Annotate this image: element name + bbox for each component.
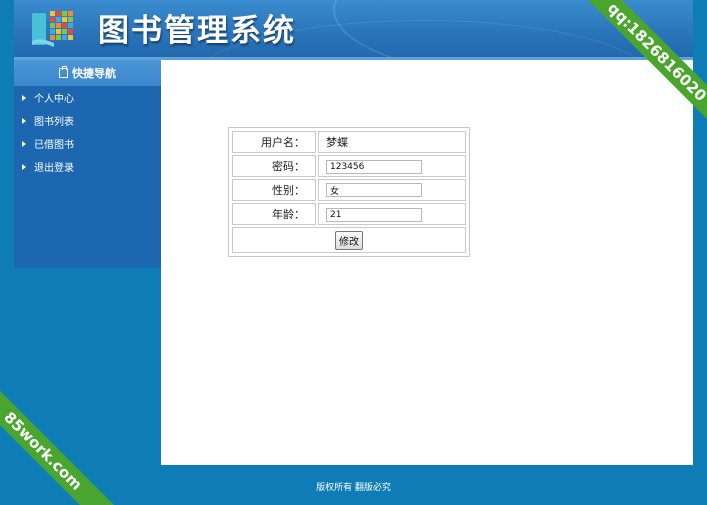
- gender-input[interactable]: [326, 183, 422, 197]
- profile-form: 用户名： 梦蝶 密码： 性别： 年龄：: [228, 127, 470, 257]
- sidebar-item-label: 个人中心: [34, 94, 74, 105]
- sidebar-heading-label: 快捷导航: [72, 67, 116, 80]
- age-label: 年龄：: [232, 203, 316, 225]
- arrow-right-icon: [22, 94, 26, 101]
- form-row-gender: 性别：: [232, 179, 466, 201]
- sidebar-item-label: 已借图书: [34, 140, 74, 151]
- gender-cell: [318, 179, 466, 201]
- header: 图书管理系统: [14, 0, 693, 57]
- password-input[interactable]: [326, 159, 422, 174]
- form-row-submit: 修改: [232, 227, 466, 253]
- sidebar-item-book-list[interactable]: 图书列表: [14, 109, 161, 132]
- password-label: 密码：: [232, 155, 316, 177]
- arrow-right-icon: [22, 140, 26, 147]
- arrow-right-icon: [22, 163, 26, 170]
- username-value: 梦蝶: [318, 131, 466, 153]
- age-input[interactable]: [326, 207, 422, 222]
- profile-form-table: 用户名： 梦蝶 密码： 性别： 年龄：: [230, 129, 468, 255]
- sidebar-item-borrowed-books[interactable]: 已借图书: [14, 132, 161, 155]
- age-cell: [318, 203, 466, 225]
- password-cell: [318, 155, 466, 177]
- clipboard-icon: [59, 66, 68, 78]
- book-logo-icon: [32, 11, 73, 47]
- sidebar-item-profile[interactable]: 个人中心: [14, 86, 161, 109]
- sidebar-heading: 快捷导航: [14, 60, 161, 86]
- form-row-password: 密码：: [232, 155, 466, 177]
- modify-button[interactable]: 修改: [335, 230, 363, 250]
- arrow-right-icon: [22, 117, 26, 124]
- sidebar-item-label: 图书列表: [34, 117, 74, 128]
- username-label: 用户名：: [232, 131, 316, 153]
- sidebar-item-logout[interactable]: 退出登录: [14, 155, 161, 178]
- nav-list: 个人中心 图书列表 已借图书 退出登录: [14, 86, 161, 178]
- sidebar: 快捷导航 个人中心 图书列表 已借图书 退出登录: [14, 60, 161, 268]
- footer-copyright: 版权所有 翻版必究: [316, 483, 391, 493]
- gender-label: 性别：: [232, 179, 316, 201]
- page: 图书管理系统 快捷导航 个人中心 图书列表 已借图书 退出登录 用户名： 梦蝶 …: [0, 0, 707, 505]
- submit-cell: 修改: [232, 227, 466, 253]
- page-title: 图书管理系统: [98, 13, 296, 49]
- sidebar-item-label: 退出登录: [34, 163, 74, 174]
- main-content: 用户名： 梦蝶 密码： 性别： 年龄：: [161, 60, 693, 465]
- form-row-username: 用户名： 梦蝶: [232, 131, 466, 153]
- form-row-age: 年龄：: [232, 203, 466, 225]
